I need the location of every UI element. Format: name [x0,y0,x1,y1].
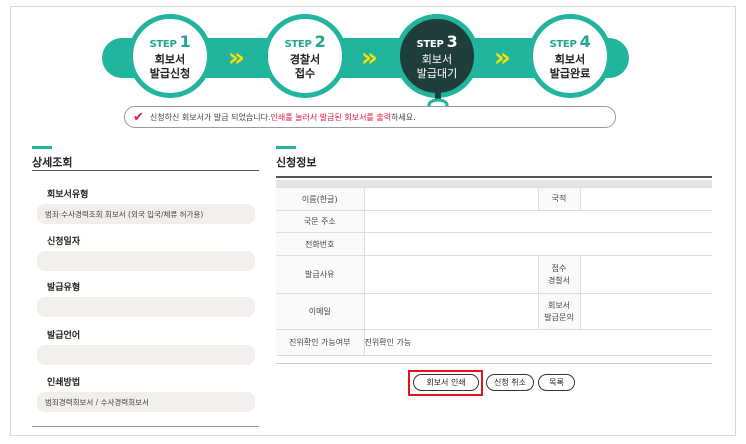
print-report-button[interactable]: 회보서 인쇄 [413,374,479,391]
email-label: 이메일 [276,293,365,330]
field-label-print-method: 인쇄방법 [47,378,81,388]
inquiry-value [580,293,712,330]
step-2-number: STEP 2 [284,31,326,51]
step-4: STEP 4 회보서 발급완료 [528,14,612,98]
field-value-language [37,345,255,365]
phone-label: 전화번호 [276,232,365,256]
chevron-right-icon: » [361,43,378,73]
name-value [364,187,539,211]
notice-text: 신청하신 회보서가 발급 되었습니다. [149,112,271,122]
detail-title: 상세조회 [32,156,73,169]
address-label: 국문 주소 [276,210,365,233]
notice-highlight-text: 인쇄를 눌러서 발급된 회보서를 출력 [270,112,392,122]
application-info-table: 이름(한글) 국적 국문 주소 전화번호 발급사유 접수 경찰서 이메일 회보서 발… [276,187,712,356]
field-label-language: 발급언어 [47,331,81,341]
step-1-number: STEP 1 [149,31,191,51]
field-value-issue-type [37,297,255,317]
step-3: STEP 3 회보서 발급대기 [395,14,479,98]
table-row: 이름(한글) 국적 [276,187,712,211]
reason-value [364,255,539,294]
step-4-number: STEP 4 [549,31,591,51]
step-2: STEP 2 경찰서 접수 [263,14,347,98]
step-4-label: 회보서 발급완료 [549,52,591,80]
email-value [364,293,539,330]
verify-value: 진위확인 가능 [364,329,712,356]
field-label-apply-date: 신청일자 [47,237,81,247]
notice-text-end: 하세요. [391,112,416,122]
table-row: 진위확인 가능여부 진위확인 가능 [276,329,712,356]
divider [32,170,259,171]
table-row: 전화번호 [276,232,712,256]
table-header-band [276,180,712,187]
name-label: 이름(한글) [276,187,365,211]
chevron-right-icon: » [494,43,511,73]
list-button[interactable]: 목록 [538,374,575,391]
nationality-label: 국적 [538,187,581,211]
inquiry-label: 회보서 발급문의 [538,293,581,330]
field-value-apply-date [37,251,255,271]
section-accent [32,146,52,149]
address-value [364,210,712,233]
chevron-right-icon: » [228,43,245,73]
divider [276,363,712,364]
step-3-label: 회보서 발급대기 [416,52,458,80]
step-1: STEP 1 회보서 발급신청 [128,14,212,98]
reason-label: 발급사유 [276,255,365,294]
divider [32,426,259,427]
checkmark-icon: ✔ [133,109,144,125]
station-label: 접수 경찰서 [538,255,581,294]
step-3-number: STEP 3 [416,31,458,51]
field-value-print-method: 범죄경력회보서 / 수사경력회보서 [37,392,255,412]
table-row: 이메일 회보서 발급문의 [276,293,712,330]
cancel-application-button[interactable]: 신청 취소 [486,374,534,391]
section-accent [276,146,296,149]
field-label-report-type: 회보서유형 [47,190,89,200]
field-value-report-type: 범죄·수사경력조회 회보서 (외국 입국/체류 허가용) [37,204,255,224]
verify-label: 진위확인 가능여부 [276,329,365,356]
application-info-title: 신청정보 [276,156,317,169]
nationality-value [580,187,712,211]
table-row: 발급사유 접수 경찰서 [276,255,712,294]
status-notice: ✔ 신청하신 회보서가 발급 되었습니다. 인쇄를 눌러서 발급된 회보서를 출… [124,106,616,128]
step-2-label: 경찰서 접수 [289,52,321,80]
step-1-label: 회보서 발급신청 [149,52,191,80]
divider [276,176,712,178]
field-label-issue-type: 발급유형 [47,283,81,293]
phone-value [364,232,712,256]
station-value [580,255,712,294]
table-row: 국문 주소 [276,210,712,233]
